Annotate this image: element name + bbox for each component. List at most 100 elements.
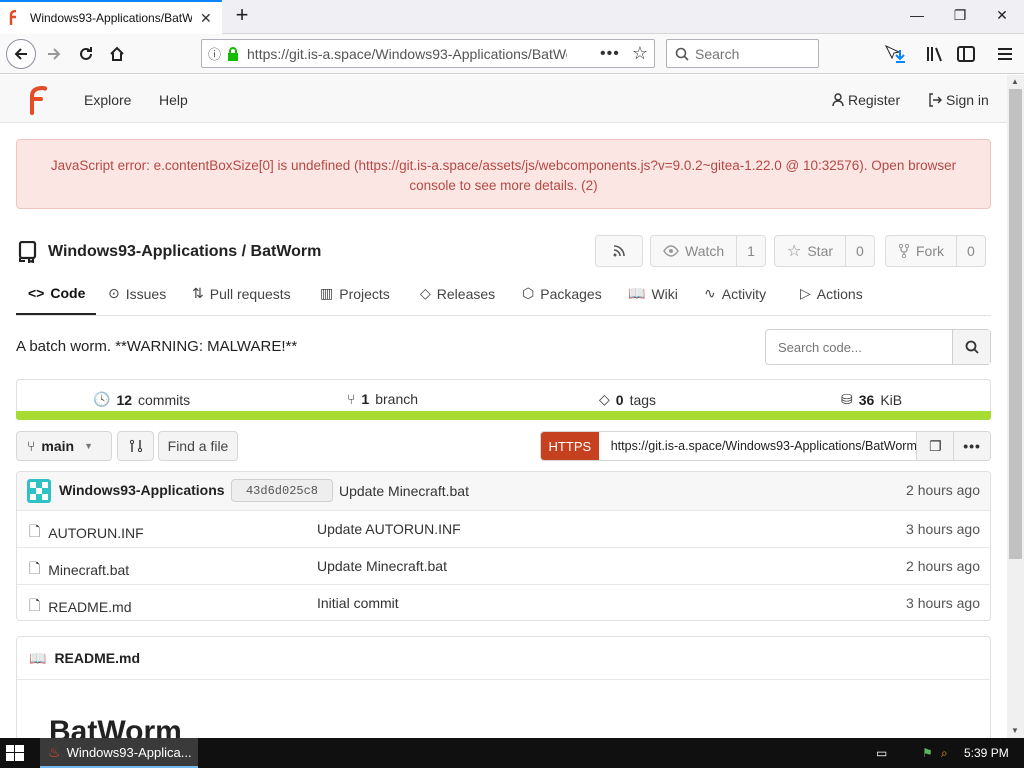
- tag-icon: ◇: [420, 285, 431, 301]
- rss-icon: [613, 245, 625, 257]
- hamburger-menu-icon[interactable]: [994, 43, 1016, 65]
- tab-releases[interactable]: ◇ Releases: [420, 285, 495, 302]
- watch-count: 1: [736, 236, 765, 266]
- branch-selector[interactable]: ⑂ main ▼: [16, 431, 112, 461]
- tab-projects[interactable]: ▥ Projects: [320, 285, 390, 302]
- branch-stat[interactable]: ⑂ 1 branch: [347, 391, 418, 407]
- code-search-button[interactable]: [952, 330, 990, 364]
- register-label: Register: [848, 92, 901, 108]
- tab-actions[interactable]: ▷ Actions: [800, 285, 863, 302]
- scrollbar-thumb[interactable]: [1009, 89, 1022, 559]
- repo-name[interactable]: Windows93-Applications / BatWorm: [48, 243, 321, 261]
- signin-link[interactable]: Sign in: [928, 92, 989, 108]
- gitea-logo-icon[interactable]: [26, 85, 50, 115]
- tab-code[interactable]: <> Code: [28, 285, 85, 301]
- nav-help-link[interactable]: Help: [159, 92, 188, 108]
- code-search: [765, 329, 991, 365]
- close-tab-icon[interactable]: ✕: [200, 10, 212, 27]
- find-file-button[interactable]: Find a file: [158, 431, 238, 461]
- language-bar[interactable]: [16, 411, 991, 420]
- library-icon[interactable]: [924, 43, 946, 65]
- tab-pull-requests[interactable]: ⇅ Pull requests: [192, 285, 291, 302]
- size-unit: KiB: [880, 391, 903, 408]
- rss-feed-button[interactable]: [595, 235, 643, 267]
- back-button[interactable]: [6, 39, 36, 69]
- bookmark-star-icon[interactable]: ☆: [632, 43, 648, 64]
- fork-button[interactable]: Fork 0: [885, 235, 986, 267]
- code-search-input[interactable]: [766, 330, 952, 364]
- page-scrollbar[interactable]: ▲ ▼: [1007, 75, 1024, 738]
- browser-search-input[interactable]: [695, 45, 805, 62]
- file-name[interactable]: README.md: [48, 599, 131, 615]
- browser-search-box[interactable]: [666, 39, 819, 68]
- compare-button[interactable]: [117, 431, 154, 461]
- package-icon: ⬡: [522, 285, 535, 301]
- branch-count: 1: [361, 391, 370, 407]
- info-icon[interactable]: ⓘ: [208, 44, 221, 63]
- chevron-down-icon: ▼: [84, 441, 94, 451]
- search-icon: [965, 340, 979, 354]
- sidebar-toggle-icon[interactable]: [955, 43, 977, 65]
- tab-packages[interactable]: ⬡ Packages: [522, 285, 602, 302]
- windows-taskbar: ♨ Windows93-Applica... ▭ ⚑ ⌕ 5:39 PM: [0, 738, 1024, 768]
- sign-in-icon: [929, 93, 942, 107]
- search-tray-icon[interactable]: ⌕: [941, 746, 948, 761]
- file-commit-message[interactable]: Initial commit: [317, 595, 399, 611]
- identicon-icon: [30, 482, 48, 500]
- readme-filename[interactable]: README.md: [54, 650, 140, 666]
- scroll-up-icon[interactable]: ▲: [1011, 77, 1019, 86]
- file-commit-message[interactable]: Update Minecraft.bat: [317, 558, 447, 574]
- https-clone-button[interactable]: HTTPS: [541, 432, 599, 460]
- page-actions-icon[interactable]: •••: [600, 45, 620, 63]
- file-name[interactable]: Minecraft.bat: [48, 562, 129, 578]
- readme-panel: 📖 README.md BatWorm: [16, 636, 991, 738]
- nav-explore-link[interactable]: Explore: [84, 92, 131, 108]
- downloads-icon[interactable]: [884, 43, 906, 65]
- forward-button[interactable]: [40, 40, 68, 68]
- windows-start-icon[interactable]: [6, 745, 24, 761]
- book-icon: 📖: [29, 649, 47, 666]
- clone-url-input[interactable]: [598, 432, 917, 460]
- maximize-button[interactable]: ❐: [945, 4, 975, 26]
- browser-tab-strip: Windows93-Applications/BatWorm ✕ + — ❐ ✕: [0, 0, 1024, 34]
- tags-stat[interactable]: ◇ 0 tags: [599, 391, 656, 408]
- commit-sha[interactable]: 43d6d025c8: [231, 479, 333, 502]
- commits-label: commits: [138, 391, 191, 408]
- register-link[interactable]: Register: [832, 92, 900, 108]
- repo-title: Windows93-Applications / BatWorm: [18, 241, 321, 263]
- address-bar[interactable]: ⓘ https://git.is-a.space/Windows93-Appli…: [201, 39, 655, 68]
- commit-message[interactable]: Update Minecraft.bat: [339, 483, 469, 499]
- star-button[interactable]: ☆ Star 0: [774, 235, 875, 267]
- close-window-button[interactable]: ✕: [987, 4, 1017, 26]
- browser-tab[interactable]: Windows93-Applications/BatWorm ✕: [0, 0, 222, 34]
- reload-icon: [80, 47, 92, 60]
- taskbar-firefox-item[interactable]: ♨ Windows93-Applica...: [40, 738, 198, 768]
- tab-activity[interactable]: ∿ Activity: [704, 285, 766, 302]
- file-commit-message[interactable]: Update AUTORUN.INF: [317, 521, 461, 537]
- tab-issues[interactable]: ⊙ Issues: [108, 285, 166, 302]
- more-options-button[interactable]: •••: [953, 432, 990, 460]
- history-icon: 🕓: [93, 391, 111, 407]
- commit-time: 2 hours ago: [906, 482, 980, 498]
- new-tab-button[interactable]: +: [230, 4, 254, 28]
- clock[interactable]: 5:39 PM: [964, 746, 1009, 760]
- minimize-button[interactable]: —: [902, 4, 932, 26]
- menu-lines-icon: [998, 48, 1012, 60]
- fork-label: Fork: [916, 243, 944, 259]
- tab-wiki-label: Wiki: [651, 285, 678, 302]
- file-name[interactable]: AUTORUN.INF: [48, 525, 143, 541]
- home-button[interactable]: [103, 40, 131, 68]
- commits-stat[interactable]: 🕓 12 commits: [93, 391, 190, 408]
- watch-button[interactable]: Watch 1: [650, 235, 766, 267]
- copy-url-button[interactable]: ❐: [916, 432, 954, 460]
- scroll-down-icon[interactable]: ▼: [1011, 726, 1019, 735]
- avatar[interactable]: [27, 479, 51, 503]
- tab-wiki[interactable]: 📖 Wiki: [628, 285, 678, 302]
- keyboard-icon[interactable]: ▭: [876, 746, 887, 760]
- branch-name: main: [41, 438, 75, 454]
- app-icon: ♨: [48, 743, 61, 760]
- commit-author[interactable]: Windows93-Applications: [59, 482, 225, 498]
- network-icon[interactable]: ⚑: [922, 746, 933, 760]
- reload-button[interactable]: [72, 40, 100, 68]
- pulse-icon: ∿: [704, 285, 716, 301]
